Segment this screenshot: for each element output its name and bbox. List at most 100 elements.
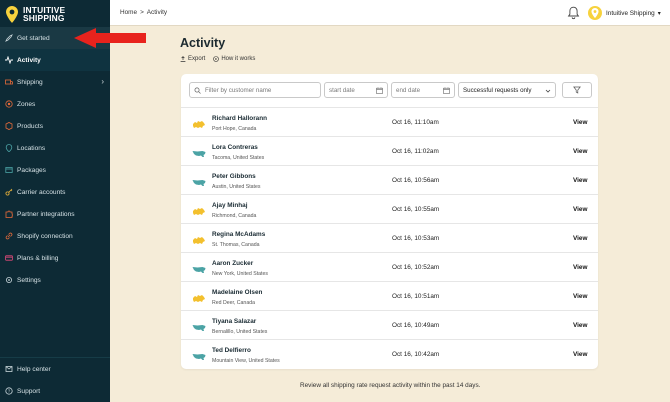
locations-icon [4, 143, 14, 153]
sidebar-item-label: Shipping [17, 78, 43, 86]
request-time: Oct 16, 10:53am [392, 235, 440, 242]
sidebar-item-label: Zones [17, 100, 36, 108]
bell-icon[interactable] [567, 6, 580, 20]
sidebar-item-label: Help center [17, 365, 51, 373]
search-placeholder: Filter by customer name [205, 86, 272, 94]
user-menu[interactable]: Intuitive Shipping ▾ [588, 4, 661, 22]
breadcrumb: Home > Activity [120, 9, 167, 16]
sidebar-item-label: Carrier accounts [17, 188, 66, 196]
shipping-icon [4, 77, 14, 87]
topbar: Home > Activity Intuitive Shipping ▾ [110, 0, 670, 26]
sidebar-item-label: Get started [17, 34, 50, 42]
search-icon [194, 87, 201, 94]
view-link[interactable]: View [573, 264, 587, 271]
svg-text:?: ? [8, 389, 11, 394]
brand-name: INTUITIVE SHIPPING [23, 4, 66, 23]
gear-icon [4, 275, 14, 285]
sidebar-item-packages[interactable]: Packages [0, 159, 110, 181]
page-title: Activity [180, 36, 226, 50]
view-link[interactable]: View [573, 177, 587, 184]
sidebar-item-locations[interactable]: Locations [0, 137, 110, 159]
sidebar: INTUITIVE SHIPPING Get started Activity … [0, 0, 110, 402]
filter-bar: Filter by customer name start date end d… [189, 82, 592, 98]
sidebar-item-label: Activity [17, 56, 41, 64]
view-link[interactable]: View [573, 235, 587, 242]
activity-list: Richard Hallorann Port Hope, Canada Oct 16… [181, 107, 598, 368]
view-link[interactable]: View [573, 351, 587, 358]
sidebar-item-help-center[interactable]: Help center [0, 358, 110, 380]
customer-name: Ted Delfierro [212, 347, 251, 354]
start-date-placeholder: start date [329, 86, 355, 94]
view-link[interactable]: View [573, 322, 587, 329]
canada-map-icon [192, 291, 206, 302]
breadcrumb-home[interactable]: Home [120, 9, 137, 16]
sidebar-item-label: Settings [17, 276, 41, 284]
sidebar-item-products[interactable]: Products [0, 115, 110, 137]
canada-map-icon [192, 204, 206, 215]
start-date-input[interactable]: start date [324, 82, 388, 98]
customer-location: New York, United States [212, 271, 268, 277]
customer-name: Ajay Minhaj [212, 202, 248, 209]
breadcrumb-current: Activity [146, 9, 168, 16]
how-it-works-button[interactable]: How it works [213, 56, 255, 62]
brand-logo[interactable]: INTUITIVE SHIPPING [6, 4, 106, 24]
chevron-right-icon: › [101, 77, 104, 86]
request-time: Oct 16, 10:52am [392, 264, 440, 271]
view-link[interactable]: View [573, 206, 587, 213]
sidebar-item-label: Locations [17, 144, 46, 152]
activity-card: Filter by customer name start date end d… [181, 74, 598, 369]
sidebar-item-support[interactable]: ? Support [0, 380, 110, 402]
zones-icon [4, 99, 14, 109]
customer-location: St. Thomas, Canada [212, 242, 260, 248]
support-icon: ? [4, 386, 14, 396]
table-row: Richard Hallorann Port Hope, Canada Oct 16… [181, 107, 598, 136]
customer-name: Tiyana Salazar [212, 318, 257, 325]
table-row: Tiyana Salazar Bernalillo, United States O… [181, 310, 598, 339]
chevron-down-icon [545, 89, 551, 93]
rocket-icon [4, 33, 14, 43]
request-time: Oct 16, 10:55am [392, 206, 440, 213]
customer-location: Richmond, Canada [212, 213, 257, 219]
view-link[interactable]: View [573, 148, 587, 155]
sidebar-item-label: Support [17, 387, 41, 395]
customer-name: Aaron Zucker [212, 260, 254, 267]
usa-map-icon [192, 175, 206, 186]
table-row: Regina McAdams St. Thomas, Canada Oct 16, … [181, 223, 598, 252]
sidebar-item-partner-integrations[interactable]: Partner integrations [0, 203, 110, 225]
filter-button[interactable] [562, 82, 592, 98]
footer-note: Review all shipping rate request activit… [300, 382, 481, 389]
customer-location: Tacoma, United States [212, 155, 265, 161]
upload-icon [180, 56, 186, 62]
calendar-icon [376, 87, 383, 94]
user-avatar [588, 6, 602, 20]
sidebar-item-zones[interactable]: Zones [0, 93, 110, 115]
customer-search-input[interactable]: Filter by customer name [189, 82, 321, 98]
customer-location: Port Hope, Canada [212, 126, 257, 132]
usa-map-icon [192, 262, 206, 273]
packages-icon [4, 165, 14, 175]
request-time: Oct 16, 10:56am [392, 177, 440, 184]
caret-down-icon: ▾ [657, 10, 661, 17]
sidebar-item-plans-billing[interactable]: Plans & billing [0, 247, 110, 269]
view-link[interactable]: View [573, 119, 587, 126]
sidebar-item-shipping[interactable]: Shipping › [0, 71, 110, 93]
sidebar-item-activity[interactable]: Activity [0, 49, 110, 71]
card-icon [4, 253, 14, 263]
customer-name: Madelaine Olsen [212, 289, 263, 296]
export-button[interactable]: Export [180, 56, 205, 62]
sidebar-bottom-nav: Help center ? Support [0, 358, 110, 402]
table-row: Madelaine Olsen Red Deer, Canada Oct 16, 1… [181, 281, 598, 310]
sidebar-item-shopify-connection[interactable]: Shopify connection [0, 225, 110, 247]
view-link[interactable]: View [573, 293, 587, 300]
request-time: Oct 16, 10:51am [392, 293, 440, 300]
usa-map-icon [192, 320, 206, 331]
red-arrow-annotation [74, 28, 146, 48]
customer-location: Bernalillo, United States [212, 329, 268, 335]
table-row: Ted Delfierro Mountain View, United State… [181, 339, 598, 368]
sidebar-item-settings[interactable]: Settings [0, 269, 110, 291]
request-time: Oct 16, 10:49am [392, 322, 440, 329]
end-date-input[interactable]: end date [391, 82, 455, 98]
sidebar-nav: Get started Activity Shipping › Zones Pr… [0, 27, 110, 291]
sidebar-item-carrier-accounts[interactable]: Carrier accounts [0, 181, 110, 203]
status-select[interactable]: Successful requests only [458, 82, 556, 98]
